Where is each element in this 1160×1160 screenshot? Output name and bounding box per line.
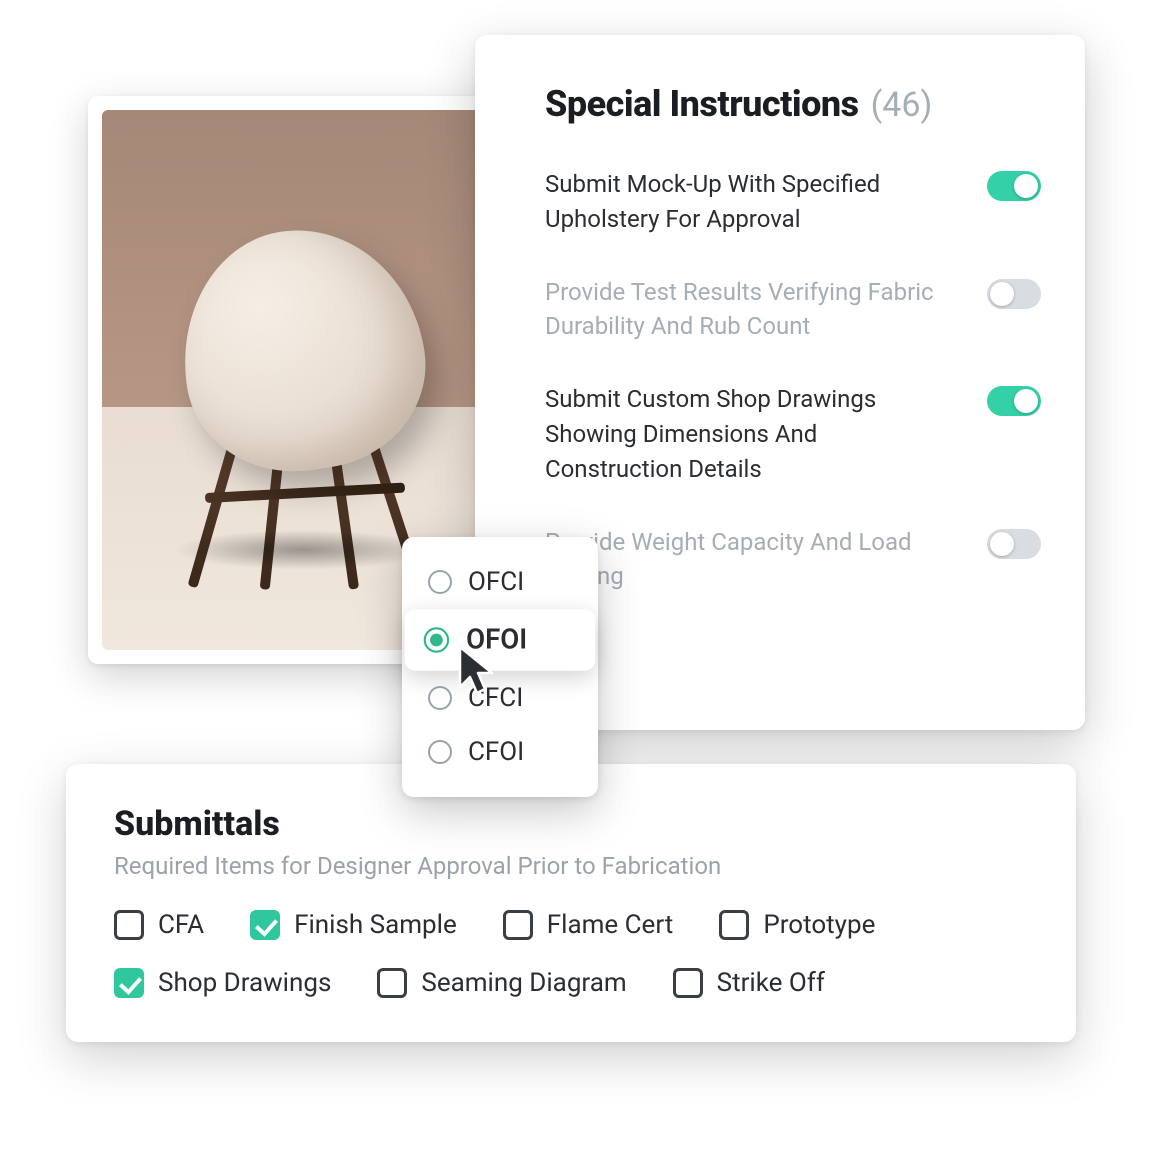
radio-label: OFOI [466,624,527,656]
instruction-toggle[interactable] [987,529,1041,559]
submittal-item[interactable]: Prototype [719,910,875,940]
instruction-text: Submit Custom Shop Drawings Showing Dime… [545,382,959,486]
radio-option-cfoi[interactable]: CFOI [402,725,598,779]
checkbox-icon[interactable] [503,910,533,940]
radio-circle-icon [428,740,452,764]
radio-label: OFCI [468,567,524,597]
instruction-toggle[interactable] [987,386,1041,416]
radio-label: CFOI [468,737,524,767]
submittal-label: CFA [158,910,204,940]
instruction-text: Provide Weight Capacity And Load Testing [545,525,959,595]
checkbox-icon[interactable] [250,910,280,940]
responsibility-radio-popover: OFCI OFOI CFCI CFOI [402,537,598,797]
radio-option-cfci[interactable]: CFCI [402,671,598,725]
instruction-row: Provide Weight Capacity And Load Testing [545,525,1041,595]
instructions-header: Special Instructions (46) [545,83,1041,125]
radio-option-ofci[interactable]: OFCI [402,555,598,609]
chair-illustration [153,200,453,560]
instruction-row: Submit Custom Shop Drawings Showing Dime… [545,382,1041,486]
stage: Special Instructions (46) Submit Mock-Up… [0,0,1160,1160]
radio-option-ofoi[interactable]: OFOI [405,609,596,670]
submittal-item[interactable]: Flame Cert [503,910,674,940]
submittal-label: Finish Sample [294,910,457,940]
instruction-toggle[interactable] [987,279,1041,309]
checkbox-icon[interactable] [114,968,144,998]
instruction-row: Provide Test Results Verifying Fabric Du… [545,275,1041,345]
instruction-text: Provide Test Results Verifying Fabric Du… [545,275,959,345]
radio-circle-icon [428,686,452,710]
submittal-item[interactable]: Finish Sample [250,910,457,940]
submittals-subtitle: Required Items for Designer Approval Pri… [114,852,1028,880]
submittal-label: Shop Drawings [158,968,331,998]
radio-label: CFCI [468,683,523,713]
submittal-label: Strike Off [717,968,825,998]
checkbox-icon[interactable] [377,968,407,998]
instruction-text: Submit Mock-Up With Specified Upholstery… [545,167,959,237]
submittal-item[interactable]: CFA [114,910,204,940]
instructions-count: (46) [871,85,933,125]
submittals-checklist: CFA Finish Sample Flame Cert Prototype Shop … [114,910,1028,998]
checkbox-icon[interactable] [719,910,749,940]
submittal-item[interactable]: Seaming Diagram [377,968,626,998]
submittal-label: Seaming Diagram [421,968,626,998]
submittal-item[interactable]: Shop Drawings [114,968,331,998]
instruction-row: Submit Mock-Up With Specified Upholstery… [545,167,1041,237]
submittal-label: Prototype [763,910,875,940]
radio-circle-icon [424,627,449,652]
radio-circle-icon [428,570,452,594]
checkbox-icon[interactable] [673,968,703,998]
submittals-title: Submittals [114,804,1028,844]
instructions-list: Submit Mock-Up With Specified Upholstery… [545,167,1041,594]
instruction-toggle[interactable] [987,171,1041,201]
submittals-panel: Submittals Required Items for Designer A… [66,764,1076,1042]
instructions-title: Special Instructions [545,83,859,125]
submittal-label: Flame Cert [547,910,674,940]
submittal-item[interactable]: Strike Off [673,968,825,998]
checkbox-icon[interactable] [114,910,144,940]
